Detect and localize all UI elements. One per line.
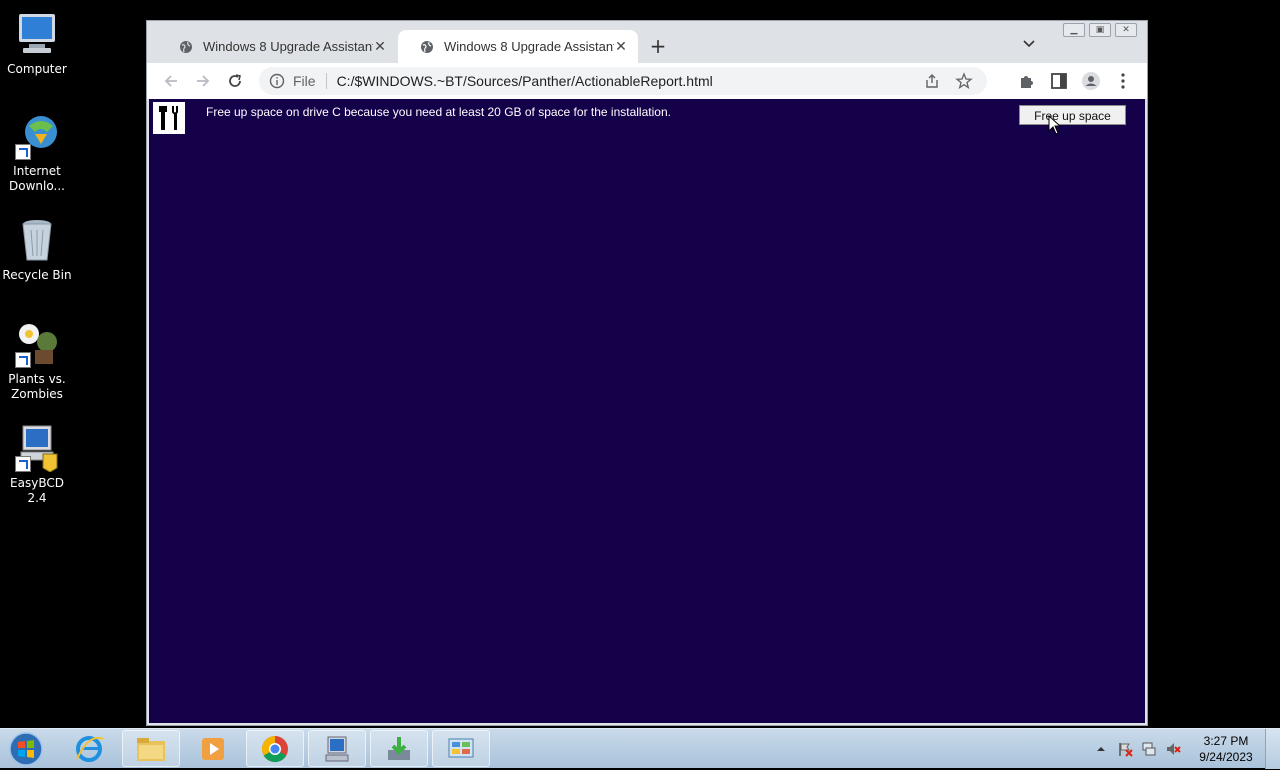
desktop-icon-label: Plants vs. Zombies	[8, 372, 66, 401]
minimize-button[interactable]: ▁	[1063, 23, 1085, 37]
show-hidden-icons-chevron-up-icon[interactable]	[1093, 741, 1109, 757]
address-bar[interactable]: File C:/$WINDOWS.~BT/Sources/Panther/Act…	[259, 67, 987, 95]
bookmark-star-icon[interactable]	[955, 72, 973, 90]
mouse-cursor-icon	[1048, 115, 1062, 135]
clock-date: 9/24/2023	[1199, 750, 1253, 764]
free-up-space-button[interactable]: Free up space	[1019, 105, 1126, 125]
chrome-icon	[261, 735, 288, 762]
recycle-bin-icon	[13, 216, 61, 264]
close-tab-icon[interactable]: ✕	[373, 40, 387, 54]
desktop-icon-plants-vs-zombies[interactable]: Plants vs. Zombies	[2, 320, 72, 402]
maximize-button[interactable]: ▣	[1089, 23, 1111, 37]
url-scheme-label: File	[293, 73, 316, 89]
globe-icon	[421, 40, 433, 53]
desktop-icon-label: Recycle Bin	[2, 268, 72, 282]
clock-time: 3:27 PM	[1203, 734, 1249, 748]
tab-title: Windows 8 Upgrade Assistant	[444, 39, 614, 54]
browser-toolbar: File C:/$WINDOWS.~BT/Sources/Panther/Act…	[147, 63, 1147, 99]
tools-wrench-screwdriver-icon	[153, 102, 185, 134]
share-icon[interactable]	[923, 72, 941, 90]
taskbar-installer[interactable]	[370, 730, 428, 767]
close-window-button[interactable]: ✕	[1115, 23, 1137, 37]
profile-avatar-icon[interactable]	[1081, 71, 1101, 91]
internet-download-manager-icon	[13, 112, 61, 160]
system-tray: 3:27 PM 9/24/2023	[1089, 729, 1280, 769]
network-icon[interactable]	[1141, 741, 1157, 757]
omnibox-separator	[325, 73, 327, 89]
tab-inactive[interactable]: Windows 8 Upgrade Assistant ✕	[157, 30, 397, 63]
back-arrow-icon[interactable]	[161, 71, 181, 91]
shortcut-arrow-icon	[15, 456, 31, 472]
browser-window: Windows 8 Upgrade Assistant ✕ Windows 8 …	[146, 20, 1148, 726]
remote-desktop-icon	[325, 736, 349, 761]
desktop-icon-label: EasyBCD 2.4	[10, 476, 64, 505]
page-content: Free up space on drive C because you nee…	[149, 99, 1145, 723]
url-text[interactable]: C:/$WINDOWS.~BT/Sources/Panther/Actionab…	[337, 73, 923, 89]
taskbar-internet-explorer[interactable]	[60, 730, 118, 767]
easybcd-icon	[13, 424, 61, 473]
tab-active[interactable]: Windows 8 Upgrade Assistant ✕	[398, 30, 638, 63]
taskbar-clock[interactable]: 3:27 PM 9/24/2023	[1193, 733, 1259, 765]
new-tab-button[interactable]: +	[647, 35, 669, 57]
globe-icon	[180, 40, 192, 53]
tab-title: Windows 8 Upgrade Assistant	[203, 39, 373, 54]
extensions-puzzle-icon[interactable]	[1017, 71, 1037, 91]
desktop-icon-label: Computer	[7, 62, 67, 76]
taskbar-control-panel[interactable]	[432, 730, 490, 767]
taskbar: 3:27 PM 9/24/2023	[0, 728, 1280, 769]
disk-space-warning-text: Free up space on drive C because you nee…	[206, 105, 671, 119]
taskbar-remote-desktop[interactable]	[308, 730, 366, 767]
action-center-flag-icon[interactable]	[1117, 741, 1133, 757]
window-controls: ▁ ▣ ✕	[1063, 23, 1137, 37]
taskbar-file-explorer[interactable]	[122, 730, 180, 767]
computer-icon	[13, 10, 61, 58]
info-icon[interactable]	[269, 73, 285, 89]
desktop-icon-label: Internet Downlo...	[9, 164, 65, 193]
desktop-icon-recycle-bin[interactable]: Recycle Bin	[2, 216, 72, 283]
start-button[interactable]	[6, 731, 46, 767]
show-desktop-button[interactable]	[1265, 729, 1280, 769]
desktop-icon-easybcd[interactable]: EasyBCD 2.4	[2, 424, 72, 506]
control-panel-icon	[448, 738, 474, 757]
shortcut-arrow-icon	[15, 352, 31, 368]
close-tab-icon[interactable]: ✕	[614, 40, 628, 54]
forward-arrow-icon[interactable]	[193, 71, 213, 91]
folder-icon	[137, 737, 165, 761]
kebab-menu-icon[interactable]	[1113, 71, 1133, 91]
desktop-icon-computer[interactable]: Computer	[2, 10, 72, 77]
installer-download-icon	[388, 736, 410, 760]
side-panel-icon[interactable]	[1049, 71, 1069, 91]
tab-search-chevron-down-icon[interactable]	[1021, 35, 1037, 51]
reload-icon[interactable]	[225, 71, 245, 91]
taskbar-media-player[interactable]	[184, 730, 242, 767]
volume-muted-icon[interactable]	[1165, 741, 1181, 757]
tab-strip: Windows 8 Upgrade Assistant ✕ Windows 8 …	[147, 21, 1147, 63]
plants-vs-zombies-icon	[13, 320, 61, 368]
taskbar-chrome[interactable]	[246, 730, 304, 767]
desktop-icon-internet-download-manager[interactable]: Internet Downlo...	[2, 112, 72, 194]
internet-explorer-icon	[76, 735, 104, 762]
shortcut-arrow-icon	[15, 144, 31, 160]
media-player-icon	[202, 737, 224, 760]
